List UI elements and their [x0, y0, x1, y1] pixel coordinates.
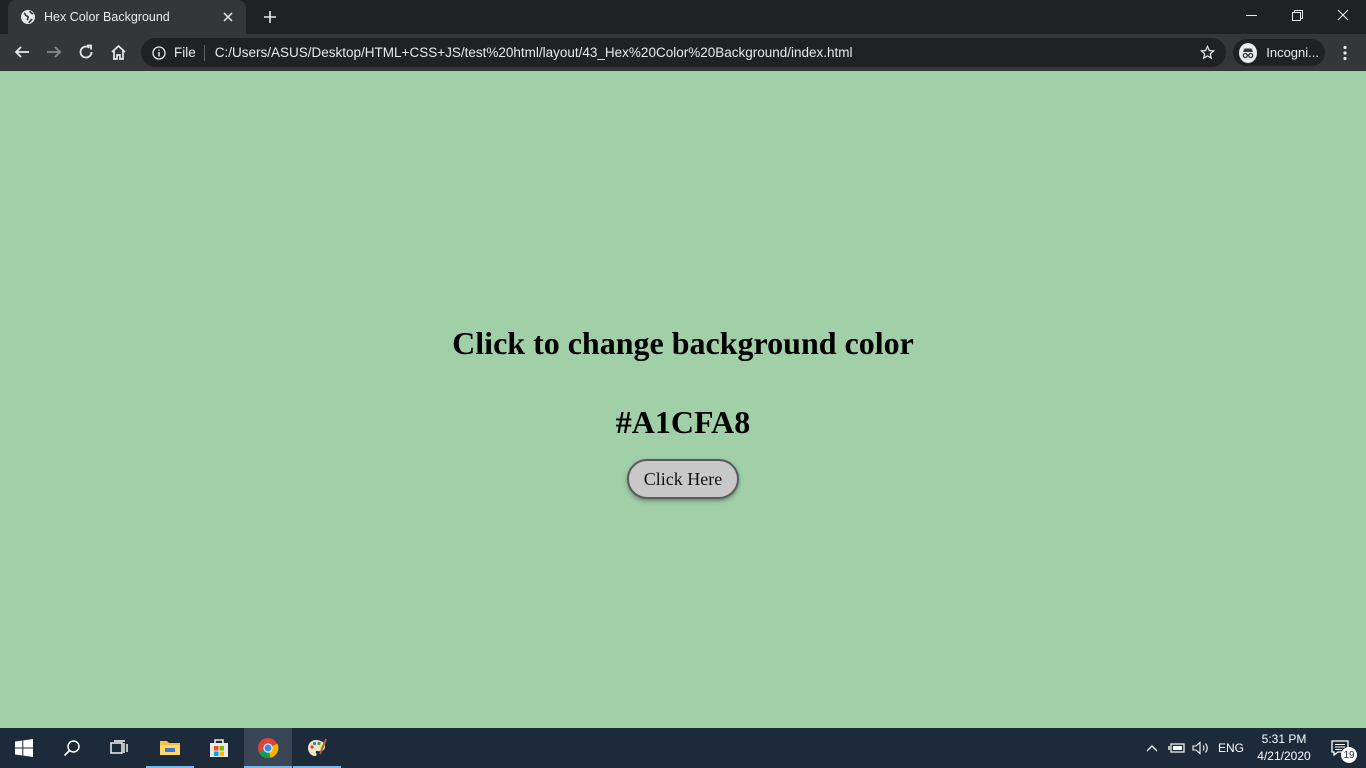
globe-icon [20, 9, 36, 25]
page-viewport: Click to change background color #A1CFA8… [0, 71, 1366, 728]
windows-start-icon [15, 739, 33, 757]
restore-icon [1291, 9, 1303, 21]
taskbar-file-explorer[interactable] [146, 728, 194, 768]
battery-icon [1168, 743, 1185, 753]
taskbar-search-button[interactable] [48, 728, 96, 768]
chrome-icon [258, 738, 279, 759]
plus-icon [264, 11, 276, 23]
profile-label: Incogni... [1266, 45, 1319, 60]
task-view-button[interactable] [96, 728, 144, 768]
tab-strip: Hex Color Background [0, 0, 1366, 34]
incognito-icon [1239, 42, 1258, 63]
volume-tray-button[interactable] [1190, 728, 1212, 768]
windows-taskbar: ENG 5:31 PM 4/21/2020 19 [0, 728, 1366, 768]
clock-date: 4/21/2020 [1257, 749, 1311, 763]
bookmark-star-icon[interactable] [1198, 44, 1216, 62]
arrow-right-icon [47, 46, 62, 58]
tab-close-icon[interactable] [220, 9, 236, 25]
more-vertical-icon [1343, 45, 1347, 60]
address-bar[interactable]: File C:/Users/ASUS/Desktop/HTML+CSS+JS/t… [141, 38, 1226, 67]
arrow-left-icon [14, 46, 29, 58]
page-heading: Click to change background color [452, 325, 914, 361]
battery-tray-button[interactable] [1166, 728, 1188, 768]
start-button[interactable] [0, 728, 48, 768]
new-tab-button[interactable] [258, 6, 282, 28]
clock-time: 5:31 PM [1261, 732, 1307, 746]
language-indicator[interactable]: ENG [1214, 728, 1248, 768]
forward-button[interactable] [40, 38, 68, 66]
taskbar-chrome[interactable] [244, 728, 292, 768]
minimize-icon [1245, 14, 1257, 16]
home-button[interactable] [104, 38, 132, 66]
restore-button[interactable] [1274, 0, 1320, 30]
chevron-up-icon [1146, 745, 1158, 752]
browser-menu-button[interactable] [1333, 39, 1357, 66]
store-icon [210, 739, 228, 757]
hex-color-value: #A1CFA8 [615, 404, 751, 440]
close-icon [1337, 9, 1349, 21]
show-hidden-icons-button[interactable] [1142, 728, 1162, 768]
address-separator [203, 44, 205, 61]
info-icon[interactable] [151, 45, 167, 61]
minimize-button[interactable] [1228, 0, 1274, 30]
url-text[interactable]: C:/Users/ASUS/Desktop/HTML+CSS+JS/test%2… [215, 45, 1198, 60]
tab-title: Hex Color Background [44, 10, 170, 24]
browser-tab[interactable]: Hex Color Background [8, 0, 246, 34]
notification-count-badge: 19 [1341, 747, 1357, 763]
reload-icon [79, 44, 93, 59]
home-icon [110, 44, 126, 60]
change-color-button[interactable]: Click Here [627, 459, 739, 499]
taskbar-store[interactable] [195, 728, 243, 768]
close-window-button[interactable] [1320, 0, 1366, 30]
taskbar-clock[interactable]: 5:31 PM 4/21/2020 [1252, 731, 1316, 765]
file-explorer-icon [160, 741, 180, 755]
action-center-button[interactable]: 19 [1320, 728, 1360, 768]
paint-icon [308, 738, 327, 756]
reload-button[interactable] [72, 38, 100, 66]
scheme-label: File [174, 45, 196, 60]
taskbar-paint[interactable] [293, 728, 341, 768]
task-view-icon [110, 740, 128, 754]
search-icon [63, 740, 80, 757]
volume-icon [1192, 741, 1208, 755]
incognito-profile-button[interactable]: Incogni... [1233, 39, 1325, 66]
browser-toolbar: File C:/Users/ASUS/Desktop/HTML+CSS+JS/t… [0, 34, 1366, 71]
back-button[interactable] [8, 38, 36, 66]
